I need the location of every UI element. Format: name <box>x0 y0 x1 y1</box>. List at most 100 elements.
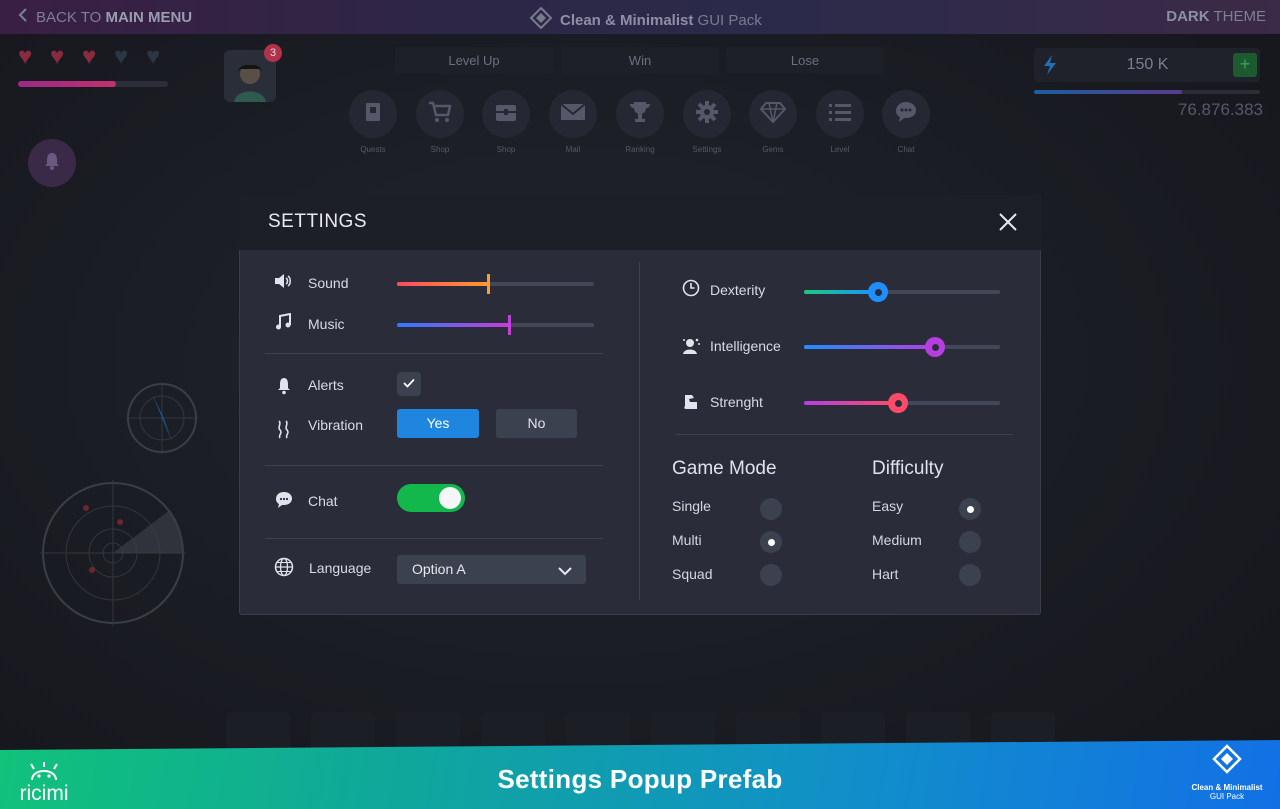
item-slot[interactable] <box>226 712 290 752</box>
theme-rest: THEME <box>1209 8 1266 25</box>
game-mode-single-radio[interactable] <box>760 498 782 520</box>
chest-icon <box>494 101 518 128</box>
theme-toggle[interactable]: DARK THEME <box>1166 8 1266 25</box>
music-slider[interactable] <box>397 315 594 335</box>
alerts-checkbox[interactable] <box>397 372 421 396</box>
slider-handle[interactable] <box>888 393 908 413</box>
menu-label: Quests <box>360 145 386 154</box>
dexterity-slider[interactable] <box>804 282 1000 302</box>
lightning-icon <box>1042 54 1058 82</box>
pack-logo: Clean & Minimalist GUI Pack <box>1186 744 1268 801</box>
diamond-logo-icon <box>529 6 553 33</box>
check-icon <box>403 375 415 393</box>
menu-label: Settings <box>692 145 722 154</box>
item-slot[interactable] <box>311 712 375 752</box>
win-button[interactable]: Win <box>561 47 719 74</box>
game-mode-option-label: Multi <box>672 532 702 548</box>
slider-fill <box>804 401 898 405</box>
slider-handle[interactable] <box>486 274 490 294</box>
vibration-no-button[interactable]: No <box>496 409 577 438</box>
strength-label: Strenght <box>710 394 763 410</box>
chat-toggle[interactable] <box>397 484 465 512</box>
language-value: Option A <box>412 561 466 577</box>
close-icon <box>996 213 1020 238</box>
menu-gems-button[interactable] <box>749 90 797 138</box>
vibration-label: Vibration <box>308 417 364 433</box>
theme-strong: DARK <box>1166 8 1210 25</box>
book-icon <box>362 101 384 128</box>
slider-fill <box>397 323 509 327</box>
menu-label: Gems <box>762 145 784 154</box>
radio-selected-dot <box>966 505 974 513</box>
divider <box>265 353 603 354</box>
slider-handle[interactable] <box>925 337 945 357</box>
ricimi-logo: ricimi <box>12 760 76 805</box>
menu-settings-button[interactable] <box>683 90 731 138</box>
slider-fill <box>804 290 878 294</box>
difficulty-option-label: Medium <box>872 532 922 548</box>
cart-icon <box>428 101 452 128</box>
score-value: 76.876.383 <box>1177 100 1263 119</box>
intelligence-label: Intelligence <box>710 338 781 354</box>
menu-mail-button[interactable] <box>549 90 597 138</box>
pack-logo-line1: Clean & Minimalist <box>1191 783 1263 792</box>
sound-label: Sound <box>308 275 349 291</box>
menu-shop-button[interactable] <box>416 90 464 138</box>
vibration-icon <box>274 419 294 439</box>
chevron-down-icon <box>558 563 572 579</box>
menu-label: Ranking <box>625 145 655 154</box>
level-up-button[interactable]: Level Up <box>395 47 553 74</box>
heart-icon: ♥ <box>50 43 65 70</box>
bell-icon <box>42 151 62 176</box>
heart-empty-icon: ♥ <box>114 43 129 70</box>
game-mode-multi-radio[interactable] <box>760 531 782 553</box>
mail-icon <box>560 102 586 127</box>
menu-label: Shop <box>496 145 516 154</box>
menu-chat-button[interactable] <box>882 90 930 138</box>
brain-user-icon <box>681 336 701 356</box>
difficulty-medium-radio[interactable] <box>959 531 981 553</box>
close-button[interactable] <box>996 210 1020 234</box>
intelligence-slider[interactable] <box>804 337 1000 357</box>
currency-value: 150 K <box>1126 56 1169 73</box>
difficulty-option-label: Hart <box>872 566 899 582</box>
menu-level-button[interactable] <box>816 90 864 138</box>
sound-slider[interactable] <box>397 274 594 294</box>
back-to-main-menu-button[interactable]: BACK TO MAIN MENU <box>18 8 192 26</box>
gem-icon <box>759 101 787 128</box>
notification-badge: 3 <box>264 44 282 62</box>
strength-slider[interactable] <box>804 393 1000 413</box>
health-bar <box>18 81 168 87</box>
language-select[interactable]: Option A <box>397 555 586 584</box>
item-slot[interactable] <box>396 712 460 752</box>
menu-quests-button[interactable] <box>349 90 397 138</box>
menu-ranking-button[interactable] <box>616 90 664 138</box>
chat-icon <box>894 100 918 129</box>
difficulty-title: Difficulty <box>872 458 944 479</box>
vertical-divider <box>639 262 640 600</box>
difficulty-hart-radio[interactable] <box>959 564 981 586</box>
back-prefix: BACK TO <box>36 8 106 26</box>
notification-button[interactable] <box>28 139 76 187</box>
chat-label: Chat <box>308 493 338 509</box>
vibration-yes-button[interactable]: Yes <box>397 409 479 438</box>
slider-handle[interactable] <box>507 315 511 335</box>
radio-selected-dot <box>767 538 775 546</box>
diamond-logo-icon <box>1212 744 1242 778</box>
divider <box>265 465 603 466</box>
heart-icon: ♥ <box>82 43 97 70</box>
difficulty-option-label: Easy <box>872 498 904 514</box>
add-currency-button[interactable]: + <box>1233 53 1257 77</box>
menu-label: Chat <box>897 145 915 154</box>
xp-bar-fill <box>1034 90 1182 94</box>
menu-label: Shop <box>430 145 450 154</box>
game-mode-title: Game Mode <box>672 458 777 479</box>
menu-shop-chest-button[interactable] <box>482 90 530 138</box>
slider-handle[interactable] <box>868 282 888 302</box>
difficulty-easy-radio[interactable] <box>959 498 981 520</box>
game-mode-squad-radio[interactable] <box>760 564 782 586</box>
settings-dialog <box>239 195 1041 615</box>
menu-label: Mail <box>565 145 581 154</box>
lose-button[interactable]: Lose <box>726 47 884 74</box>
trophy-icon <box>628 100 652 129</box>
